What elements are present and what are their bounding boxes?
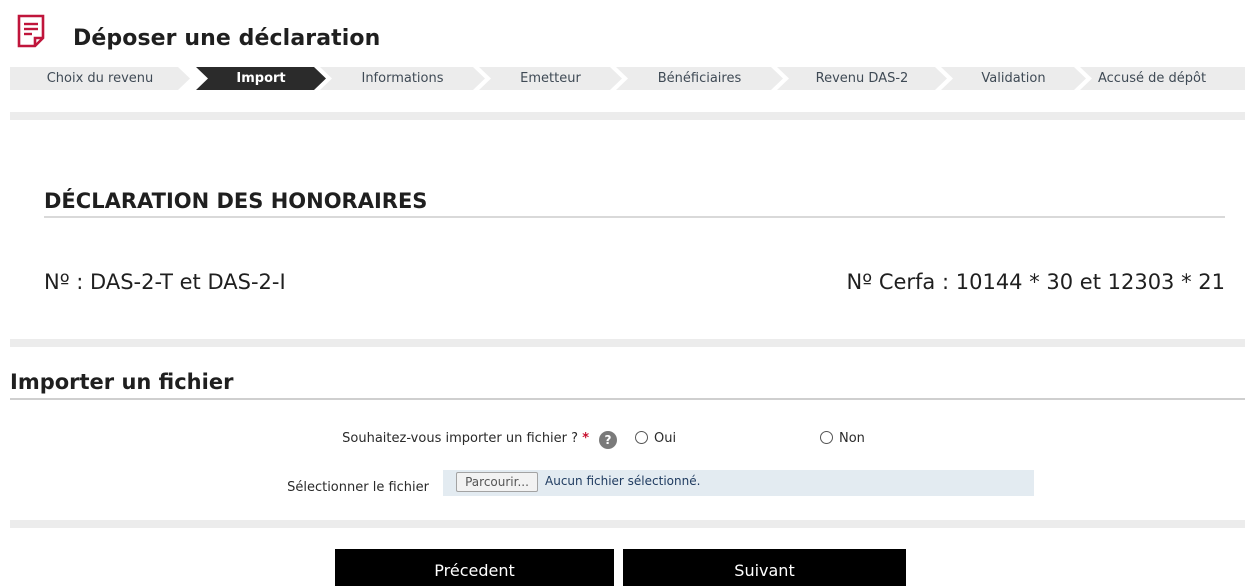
radio-circle-icon[interactable] xyxy=(820,431,833,444)
question-text: Souhaitez-vous importer un fichier ? xyxy=(342,431,579,446)
browse-button[interactable]: Parcourir... xyxy=(456,472,538,492)
file-select-label: Sélectionner le fichier xyxy=(287,480,429,495)
import-question-label: Souhaitez-vous importer un fichier ? * xyxy=(342,431,589,446)
help-icon[interactable]: ? xyxy=(599,431,617,449)
radio-label: Oui xyxy=(654,431,677,446)
radio-non[interactable]: Non xyxy=(820,431,865,449)
declaration-number: Nº : DAS-2-T et DAS-2-I xyxy=(44,270,286,294)
cerfa-number: Nº Cerfa : 10144 * 30 et 12303 * 21 xyxy=(846,270,1225,294)
step-label: Accusé de dépôt xyxy=(1098,71,1207,86)
step-label: Import xyxy=(236,71,286,86)
divider-bar xyxy=(10,112,1245,120)
page-title: Déposer une déclaration xyxy=(73,26,381,51)
step-label: Validation xyxy=(981,71,1046,86)
import-section-title: Importer un fichier xyxy=(10,370,234,394)
document-icon xyxy=(17,14,45,48)
divider-line xyxy=(10,398,1245,400)
step-accuse-de-depot[interactable]: Accusé de dépôt xyxy=(1080,67,1245,90)
radio-label: Non xyxy=(839,431,865,446)
step-beneficiaires[interactable]: Bénéficiaires xyxy=(616,67,783,90)
step-import[interactable]: Import xyxy=(196,67,326,90)
progress-steps: Choix du revenu Import Informations Emet… xyxy=(10,67,1245,90)
step-label: Bénéficiaires xyxy=(657,71,742,86)
step-label: Revenu DAS-2 xyxy=(815,71,909,86)
previous-button[interactable]: Précedent xyxy=(335,549,614,586)
step-choix-du-revenu[interactable]: Choix du revenu xyxy=(10,67,190,90)
required-mark: * xyxy=(582,431,589,446)
step-revenu-das-2[interactable]: Revenu DAS-2 xyxy=(777,67,947,90)
page-header: Déposer une déclaration xyxy=(0,0,1245,66)
radio-oui[interactable]: Oui xyxy=(635,431,676,449)
file-status: Aucun fichier sélectionné. xyxy=(545,474,701,488)
declaration-title: DÉCLARATION DES HONORAIRES xyxy=(44,189,428,213)
step-validation[interactable]: Validation xyxy=(941,67,1086,90)
divider-bar xyxy=(10,339,1245,347)
step-label: Informations xyxy=(361,71,444,86)
step-label: Emetteur xyxy=(520,71,581,86)
next-button[interactable]: Suivant xyxy=(623,549,906,586)
step-informations[interactable]: Informations xyxy=(320,67,485,90)
step-emetteur[interactable]: Emetteur xyxy=(479,67,622,90)
divider-line xyxy=(44,216,1225,218)
step-label: Choix du revenu xyxy=(46,71,154,86)
divider-bar xyxy=(10,520,1245,528)
radio-circle-icon[interactable] xyxy=(635,431,648,444)
